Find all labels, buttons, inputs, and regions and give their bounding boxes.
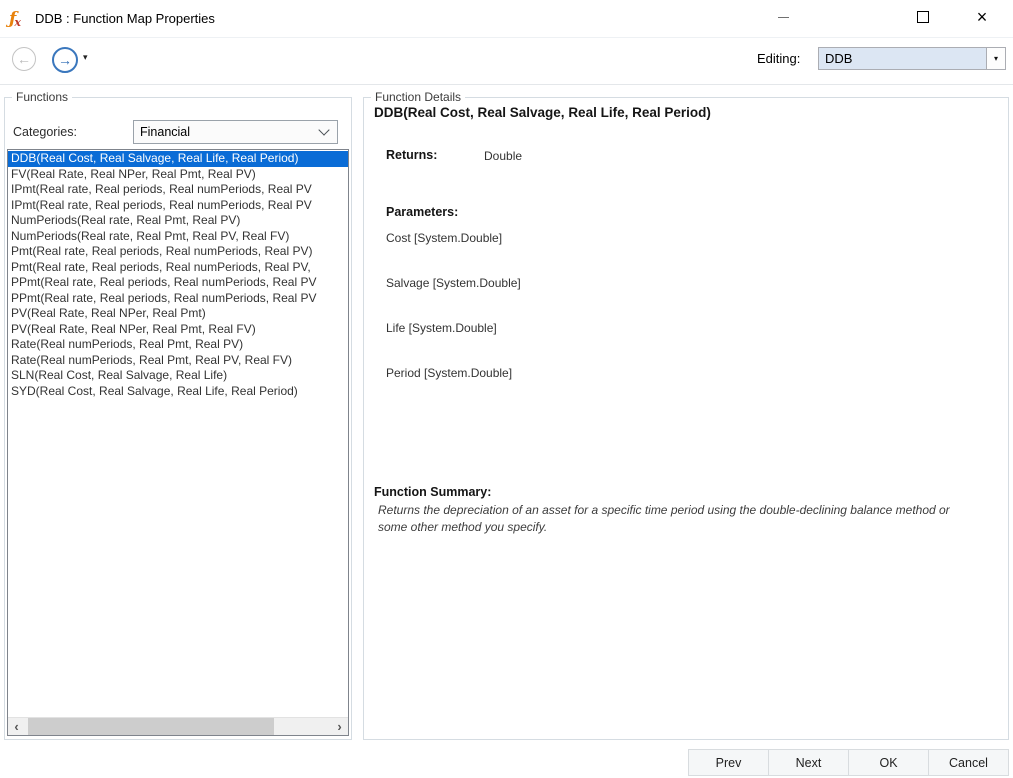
editing-combobox-value: DDB [825,51,853,66]
function-listbox: DDB(Real Cost, Real Salvage, Real Life, … [7,149,349,736]
parameter-item: Cost [System.Double] [386,231,503,245]
list-item[interactable]: Rate(Real numPeriods, Real Pmt, Real PV) [8,337,348,353]
categories-label: Categories: [13,125,77,139]
forward-dropdown-button[interactable]: ▾ [83,52,88,63]
parameter-item: Life [System.Double] [386,321,497,335]
list-item[interactable]: IPmt(Real rate, Real periods, Real numPe… [8,198,348,214]
list-item[interactable]: NumPeriods(Real rate, Real Pmt, Real PV) [8,213,348,229]
functions-group-title: Functions [12,90,73,104]
categories-combobox-value: Financial [140,125,191,139]
list-item[interactable]: PPmt(Real rate, Real periods, Real numPe… [8,291,348,307]
chevron-down-icon [311,124,337,136]
scroll-right-button[interactable]: › [331,718,348,735]
function-signature: DDB(Real Cost, Real Salvage, Real Life, … [374,105,711,120]
prev-button[interactable]: Prev [688,749,769,776]
cancel-button[interactable]: Cancel [928,749,1009,776]
scroll-left-icon: ‹ [14,719,19,734]
list-item[interactable]: SYD(Real Cost, Real Salvage, Real Life, … [8,384,348,400]
back-icon: ← [17,51,31,67]
next-button[interactable]: Next [768,749,849,776]
list-item[interactable]: PV(Real Rate, Real NPer, Real Pmt, Real … [8,322,348,338]
list-item[interactable]: FV(Real Rate, Real NPer, Real Pmt, Real … [8,167,348,183]
parameter-item: Salvage [System.Double] [386,276,521,290]
returns-label: Returns: [386,148,438,162]
list-item[interactable]: DDB(Real Cost, Real Salvage, Real Life, … [8,151,348,167]
functions-groupbox: Functions Categories: Financial DDB(Real… [4,90,352,740]
returns-value: Double [484,149,523,163]
list-item[interactable]: PV(Real Rate, Real NPer, Real Pmt) [8,306,348,322]
ok-button[interactable]: OK [848,749,929,776]
parameters-label: Parameters: [386,205,459,219]
scrollbar-thumb[interactable] [28,718,274,735]
list-item[interactable]: SLN(Real Cost, Real Salvage, Real Life) [8,368,348,384]
window-title: DDB : Function Map Properties [35,11,215,26]
function-summary-text: Returns the depreciation of an asset for… [378,503,950,534]
dropdown-caret-icon: ▾ [993,54,998,63]
back-button[interactable]: ← [12,47,36,71]
function-list: DDB(Real Cost, Real Salvage, Real Life, … [8,151,348,718]
editing-combobox[interactable]: DDB ▾ [818,47,1006,70]
editing-label: Editing: [757,51,801,66]
minimize-icon [777,16,789,18]
toolbar: ← → ▾ Editing: DDB ▾ [0,38,1013,85]
maximize-button[interactable] [903,0,943,34]
forward-icon: → [58,52,72,68]
fx-app-icon: ƒx [9,8,21,29]
function-details-group-title: Function Details [371,90,466,104]
categories-combobox[interactable]: Financial [133,120,338,144]
list-item[interactable]: Pmt(Real rate, Real periods, Real numPer… [8,260,348,276]
minimize-button[interactable] [763,0,803,34]
footer-buttons: Prev Next OK Cancel [688,749,1009,776]
parameter-item: Period [System.Double] [386,366,513,380]
horizontal-scrollbar[interactable]: ‹ › [8,717,348,735]
list-item[interactable]: IPmt(Real rate, Real periods, Real numPe… [8,182,348,198]
editing-combobox-arrow[interactable]: ▾ [986,48,1005,69]
scroll-right-icon: › [337,719,342,734]
title-bar: ƒx DDB : Function Map Properties × [0,0,1013,38]
function-summary-label: Function Summary: [374,485,492,499]
function-details-groupbox: Function Details DDB(Real Cost, Real Sal… [363,90,1009,740]
list-item[interactable]: Rate(Real numPeriods, Real Pmt, Real PV,… [8,353,348,369]
forward-button[interactable]: → [52,47,78,73]
close-button[interactable]: × [962,0,1002,34]
list-item[interactable]: Pmt(Real rate, Real periods, Real numPer… [8,244,348,260]
parameters-list: Cost [System.Double] Salvage [System.Doub… [386,232,521,412]
list-item[interactable]: NumPeriods(Real rate, Real Pmt, Real PV,… [8,229,348,245]
maximize-icon [917,11,929,23]
list-item[interactable]: PPmt(Real rate, Real periods, Real numPe… [8,275,348,291]
close-icon: × [976,6,988,27]
scroll-left-button[interactable]: ‹ [8,718,25,735]
